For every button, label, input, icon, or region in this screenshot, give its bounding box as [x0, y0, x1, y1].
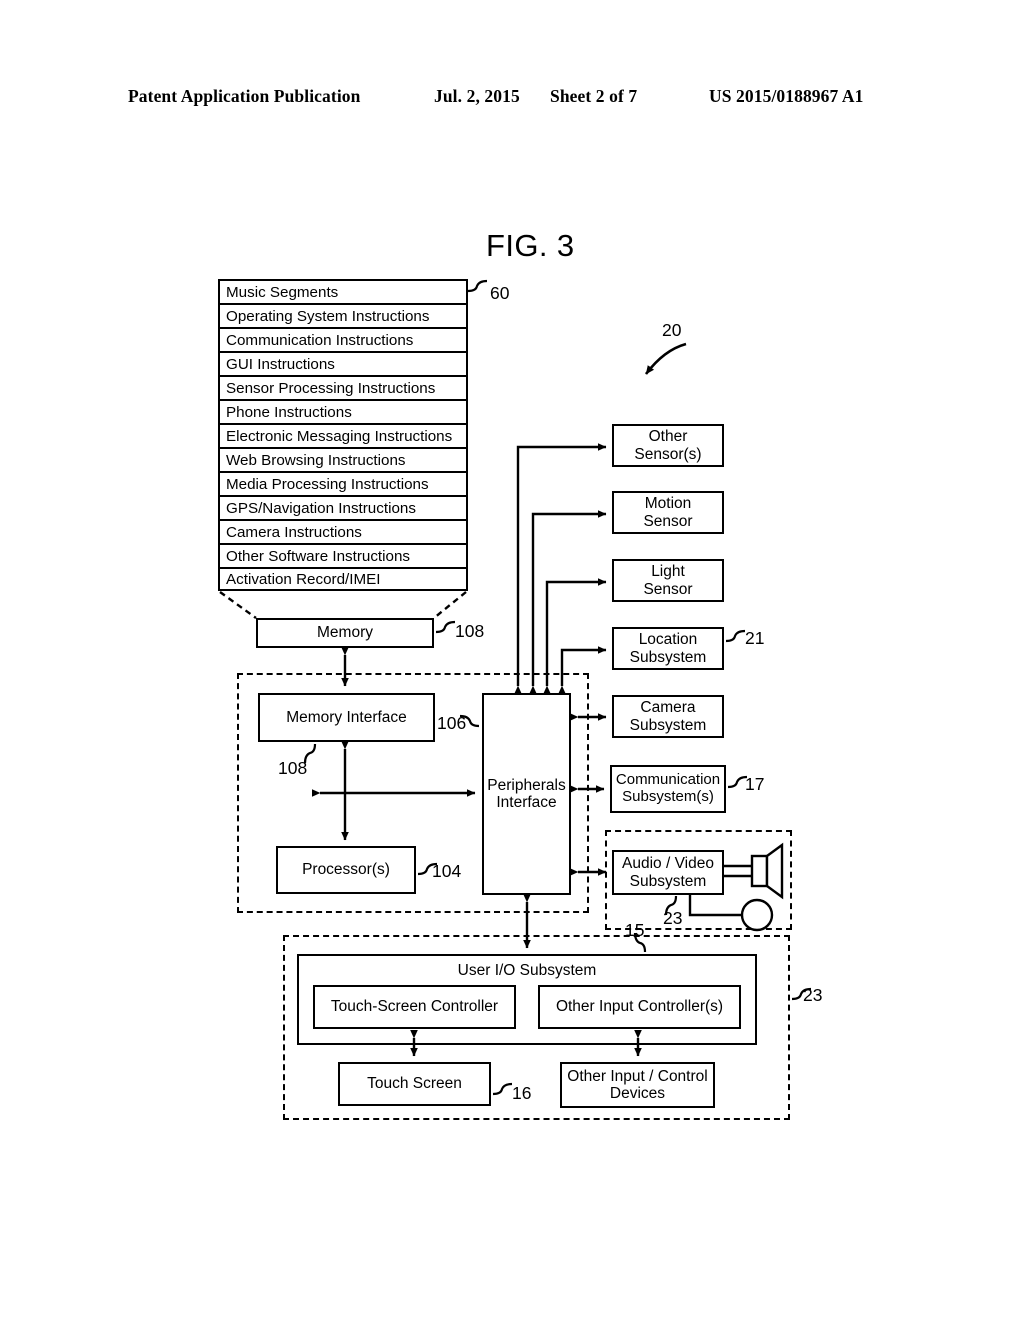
communication-subsystem-label-1: Communication [615, 771, 721, 789]
memory-row: Electronic Messaging Instructions [218, 423, 468, 447]
other-input-devices-box: Other Input / Control Devices [560, 1062, 715, 1108]
location-subsystem-label-1: Location [638, 631, 698, 649]
memory-row: Music Segments [218, 279, 468, 303]
camera-subsystem-label-1: Camera [640, 699, 696, 717]
touch-screen-label: Touch Screen [367, 1075, 462, 1093]
other-sensors-label-1: Other [648, 428, 688, 446]
ref-16: 16 [512, 1083, 532, 1103]
audio-video-subsystem-box: Audio / Video Subsystem [612, 850, 724, 895]
ref-20: 20 [662, 320, 682, 340]
camera-subsystem-label-2: Subsystem [629, 716, 707, 734]
other-sensors-label-2: Sensor(s) [634, 445, 702, 463]
other-input-controller-label: Other Input Controller(s) [555, 998, 724, 1016]
memory-interface-label: Memory Interface [286, 708, 407, 726]
memory-row: Other Software Instructions [218, 543, 468, 567]
other-input-controller-box: Other Input Controller(s) [538, 985, 741, 1029]
ref-23-outer: 23 [803, 985, 823, 1005]
header-date: Jul. 2, 2015 [434, 86, 520, 106]
communication-subsystem-box: Communication Subsystem(s) [610, 765, 726, 813]
location-subsystem-box: Location Subsystem [612, 627, 724, 670]
user-io-subsystem-title: User I/O Subsystem [457, 962, 597, 979]
ref-106: 106 [437, 713, 467, 733]
peripherals-interface-label-2: Interface [496, 794, 557, 811]
touch-screen-controller-label: Touch-Screen Controller [330, 998, 499, 1016]
ref-21: 21 [745, 628, 765, 648]
location-subsystem-label-2: Subsystem [629, 648, 707, 666]
ref-60: 60 [490, 283, 510, 303]
other-sensors-box: Other Sensor(s) [612, 424, 724, 467]
ref-15: 15 [625, 920, 645, 940]
memory-row: Phone Instructions [218, 399, 468, 423]
communication-subsystem-label-2: Subsystem(s) [622, 788, 714, 805]
header-sheet: Sheet 2 of 7 [550, 86, 638, 106]
connector-layer [219, 279, 812, 1096]
peripherals-interface-box: Peripherals Interface [482, 693, 571, 895]
ref-17: 17 [745, 774, 765, 794]
figure-title: FIG. 3 [486, 228, 575, 263]
camera-subsystem-box: Camera Subsystem [612, 695, 724, 738]
motion-sensor-label-1: Motion [644, 495, 692, 513]
memory-interface-box: Memory Interface [258, 693, 435, 742]
motion-sensor-label-2: Sensor [643, 512, 693, 530]
memory-row: GUI Instructions [218, 351, 468, 375]
audio-video-label-1: Audio / Video [622, 855, 714, 873]
ref-108-memory: 108 [455, 621, 485, 641]
memory-row: Web Browsing Instructions [218, 447, 468, 471]
other-input-devices-label-2: Devices [609, 1085, 666, 1102]
other-input-devices-label-1: Other Input / Control [567, 1067, 708, 1085]
ref-104: 104 [432, 861, 462, 881]
memory-box: Memory [256, 618, 434, 648]
touch-screen-controller-box: Touch-Screen Controller [313, 985, 516, 1029]
memory-row: Camera Instructions [218, 519, 468, 543]
ref-23-av: 23 [663, 908, 683, 928]
processor-box: Processor(s) [276, 846, 416, 894]
peripherals-interface-label-1: Peripherals [487, 776, 566, 794]
memory-row: Media Processing Instructions [218, 471, 468, 495]
processor-label: Processor(s) [302, 861, 390, 879]
header-patent-number: US 2015/0188967 A1 [709, 86, 864, 106]
memory-row: Activation Record/IMEI [218, 567, 468, 591]
light-sensor-label-1: Light [651, 563, 685, 581]
light-sensor-box: Light Sensor [612, 559, 724, 602]
patent-figure-page: Patent Application Publication Jul. 2, 2… [0, 0, 1024, 1320]
memory-row: Sensor Processing Instructions [218, 375, 468, 399]
motion-sensor-box: Motion Sensor [612, 491, 724, 534]
touch-screen-box: Touch Screen [338, 1062, 491, 1106]
light-sensor-label-2: Sensor [643, 580, 693, 598]
memory-row: Communication Instructions [218, 327, 468, 351]
header-publication: Patent Application Publication [128, 86, 361, 106]
memory-row: GPS/Navigation Instructions [218, 495, 468, 519]
ref-108-interface: 108 [278, 758, 308, 778]
audio-video-label-2: Subsystem [629, 872, 707, 890]
memory-row: Operating System Instructions [218, 303, 468, 327]
memory-label: Memory [317, 624, 373, 642]
